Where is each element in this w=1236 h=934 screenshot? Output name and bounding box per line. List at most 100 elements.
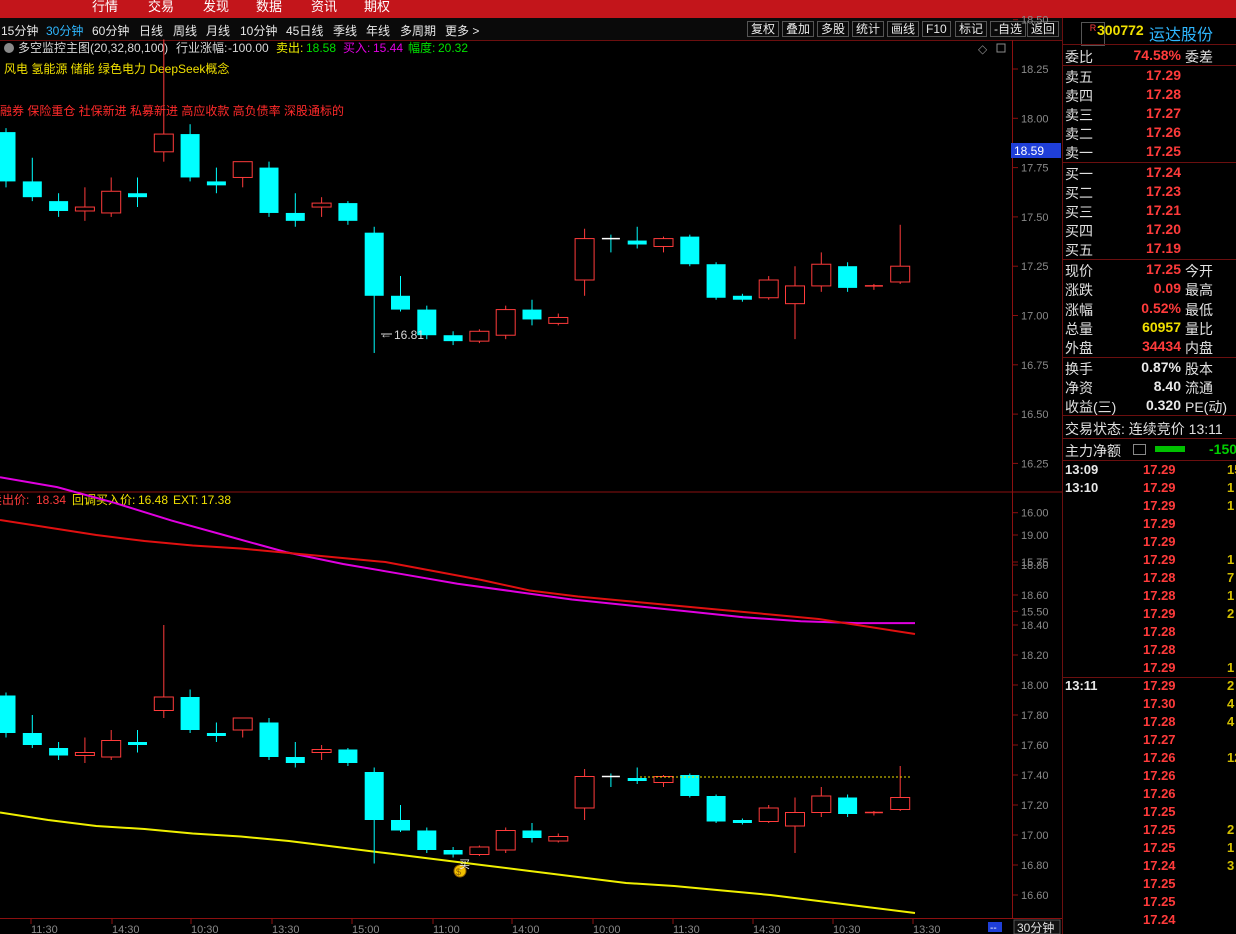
y-tick-label: 17.60	[1021, 740, 1049, 752]
tick-price: 17.26	[1143, 768, 1176, 783]
stat-value: 34434	[1142, 338, 1181, 355]
candle-body	[680, 236, 700, 265]
stat2-label2: 流通	[1185, 380, 1213, 396]
tick-volume: 2	[1227, 822, 1235, 837]
candle-body	[495, 830, 516, 851]
diamond-icon[interactable]: ◇	[978, 42, 988, 56]
candle-body	[443, 850, 463, 855]
stat2-row: 换手 0.87% 股本	[1063, 358, 1236, 377]
tick-price: 17.28	[1143, 714, 1176, 729]
candle-body	[338, 749, 358, 763]
menu-icon[interactable]	[1133, 444, 1146, 455]
tick-volume: 2	[1227, 606, 1235, 621]
tick-price: 17.25	[1143, 894, 1176, 909]
tags-text: 融券 保险重仓 社保新进 私募新进 高应收款 高负债率 深股通标的	[0, 103, 344, 118]
x-tick-label: 14:30	[112, 924, 140, 934]
order-ratio-label: 委比	[1065, 49, 1093, 65]
candle-body	[890, 265, 911, 283]
tick-price: 17.29	[1143, 678, 1176, 693]
stat-label2: 最高	[1185, 282, 1213, 299]
stat-label: 涨幅	[1065, 301, 1093, 318]
tick-row: 17.25	[1063, 894, 1236, 912]
bid-level-row: 买四 17.20	[1063, 220, 1236, 239]
y-tick-label: 18.50	[1021, 15, 1049, 27]
x-tick-label: 15:00	[352, 924, 380, 934]
tick-price: 17.26	[1143, 786, 1176, 801]
y-tick-label: 17.20	[1021, 800, 1049, 812]
ask-level-row: 卖五 17.29	[1063, 66, 1236, 85]
candle-body	[232, 161, 253, 178]
tick-price: 17.26	[1143, 750, 1176, 765]
trade-status: 交易状态: 连续竞价 13:11	[1065, 421, 1223, 437]
candle-body	[706, 796, 726, 822]
collapse-icon[interactable]	[4, 43, 14, 53]
bid-level-row: 买一 17.24	[1063, 163, 1236, 182]
tick-price: 17.29	[1143, 498, 1176, 513]
tick-row: 17.25 2	[1063, 822, 1236, 840]
tick-price: 17.28	[1143, 642, 1176, 657]
candle	[706, 794, 726, 823]
x-tick-label: 14:30	[753, 924, 781, 934]
y-tick-label: 17.75	[1021, 163, 1049, 175]
tick-row: 17.26	[1063, 768, 1236, 786]
candle	[732, 293, 752, 302]
candle-body	[0, 132, 16, 182]
ask-level-value: 17.26	[1145, 124, 1181, 140]
tick-price: 17.29	[1143, 516, 1176, 531]
candle	[443, 331, 463, 346]
candle	[548, 313, 569, 326]
tick-volume: 1	[1227, 552, 1235, 567]
tick-row: 17.25	[1063, 876, 1236, 894]
candle	[22, 157, 42, 202]
candle	[74, 737, 95, 763]
candle	[206, 722, 226, 742]
tick-row: 17.25	[1063, 804, 1236, 822]
candle-body	[101, 190, 122, 214]
sell-label: 卖出:	[276, 41, 303, 55]
tick-volume: 4	[1227, 696, 1235, 711]
candle-body	[811, 795, 832, 813]
bid-level-value: 17.24	[1145, 164, 1181, 180]
candle	[469, 845, 490, 856]
tick-row: 17.24	[1063, 912, 1236, 930]
main-flow-row: 主力净额 -150	[1063, 440, 1236, 459]
candle-body	[469, 330, 490, 342]
x-tick-label: 10:00	[593, 924, 621, 934]
upper-band-sub	[0, 519, 916, 635]
candle	[732, 818, 752, 825]
candle-body	[391, 295, 410, 310]
stat-label: 涨跌	[1065, 282, 1093, 299]
candles-main	[0, 39, 911, 353]
candle	[680, 234, 700, 267]
y-tick-label: 17.50	[1021, 212, 1049, 224]
stat-value: 0.52%	[1141, 299, 1181, 316]
tick-volume: 2	[1227, 678, 1235, 693]
main-flow-value: -150	[1209, 441, 1236, 457]
candle	[653, 236, 674, 253]
tick-row: 17.28	[1063, 642, 1236, 660]
ask-level-value: 17.27	[1145, 105, 1181, 121]
candle-body	[311, 749, 332, 753]
bid-level-label: 买四	[1065, 223, 1093, 239]
candle	[311, 197, 332, 217]
y-tick-label: 18.00	[1021, 680, 1049, 692]
separator	[1063, 44, 1236, 45]
candle	[180, 689, 200, 733]
candle	[285, 193, 305, 227]
candle	[417, 827, 437, 853]
candle	[259, 161, 279, 217]
candle-body	[74, 752, 95, 756]
tick-row: 17.29 2	[1063, 606, 1236, 624]
x-tick-label: 11:00	[433, 924, 460, 934]
stock-name[interactable]: 运达股份	[1149, 21, 1213, 45]
y-axis-main: 19.5019.2519.0018.7518.5018.2518.0017.75…	[1013, 15, 1049, 618]
maximize-icon[interactable]	[996, 43, 1006, 53]
stat2-label2: PE(动)	[1185, 399, 1227, 415]
candle	[811, 787, 832, 817]
order-diff-label: 委差	[1185, 49, 1213, 65]
stat-row: 涨跌 0.09 最高	[1063, 279, 1236, 298]
chart-area[interactable]: 多空监控主图(20,32,80,100) 行业涨幅: -100.00 卖出: 1…	[0, 0, 1062, 934]
candle	[285, 742, 305, 768]
y-tick-label: 18.80	[1021, 560, 1049, 572]
bands-layer	[0, 476, 916, 914]
